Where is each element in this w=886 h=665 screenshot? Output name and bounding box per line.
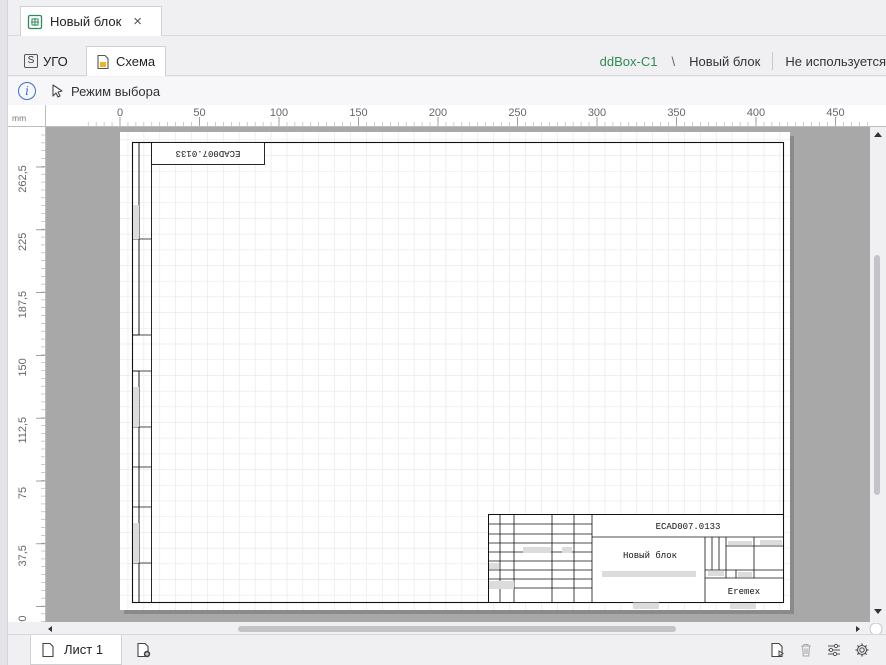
breadcrumb-project[interactable]: ddBox-C1 — [600, 54, 658, 69]
info-icon[interactable]: i — [18, 82, 36, 100]
title-block[interactable]: ECAD007.0133 Новый блок Eremex — [488, 514, 784, 603]
v-ruler-label: 150 — [17, 358, 29, 376]
symbol-icon: S — [24, 54, 38, 68]
sheet-bottom-mark-2 — [730, 603, 756, 609]
v-ruler-label: 262,5 — [17, 165, 29, 193]
sheet-tab-bar: Лист 1 — [8, 634, 886, 665]
document-code: ECAD007.0133 — [656, 522, 721, 532]
h-ruler-label: 350 — [667, 107, 685, 119]
mode-toolbar: i Режим выбора — [8, 77, 886, 105]
h-ruler-label: 300 — [588, 107, 606, 119]
h-ruler-label: 450 — [826, 107, 844, 119]
sheet-icon — [42, 642, 54, 657]
schema-document-icon — [97, 54, 109, 69]
document-tab[interactable]: Новый блок × — [20, 6, 162, 36]
application-window: Новый блок × S УГО Схема ddBox-C1 \ Новы… — [0, 0, 886, 665]
selection-mode-label[interactable]: Режим выбора — [71, 84, 160, 99]
sheet-tab-1[interactable]: Лист 1 — [30, 635, 122, 665]
v-ruler-label: 225 — [17, 233, 29, 251]
breadcrumb-divider — [772, 52, 774, 70]
sheet-settings-sliders-icon[interactable] — [826, 642, 842, 658]
h-ruler-label: 200 — [429, 107, 447, 119]
company-name: Eremex — [728, 587, 760, 597]
breadcrumb-block[interactable]: Новый блок — [689, 54, 760, 69]
v-ruler-label: 0 — [17, 616, 29, 622]
rotated-code-text: ECAD007.0133 — [176, 148, 241, 158]
delete-sheet-icon[interactable] — [798, 642, 814, 658]
tab-schema[interactable]: Схема — [86, 46, 166, 76]
vertical-scroll-thumb[interactable] — [874, 255, 880, 495]
breadcrumb-separator: \ — [671, 53, 676, 69]
horizontal-scrollbar[interactable] — [8, 622, 886, 636]
tab-schema-label: Схема — [116, 54, 156, 69]
h-ruler-label: 0 — [117, 107, 123, 119]
sheet-tab-label: Лист 1 — [64, 642, 104, 657]
breadcrumb: ddBox-C1 \ Новый блок Не используется — [600, 46, 886, 76]
h-ruler-label: 250 — [508, 107, 526, 119]
block-document-icon — [27, 14, 43, 29]
breadcrumb-status: Не используется — [785, 53, 886, 69]
scroll-right-arrow-icon[interactable] — [856, 626, 860, 632]
left-panel-edge[interactable] — [0, 0, 8, 665]
export-sheet-icon[interactable] — [770, 642, 786, 658]
v-ruler-label: 112,5 — [17, 417, 29, 444]
document-tab-title: Новый блок — [50, 14, 122, 29]
block-name: Новый блок — [623, 551, 677, 561]
horizontal-scroll-thumb[interactable] — [238, 626, 676, 632]
ruler-unit: mm — [12, 113, 26, 123]
scroll-left-arrow-icon[interactable] — [48, 626, 52, 632]
h-ruler-label: 100 — [270, 107, 288, 119]
tab-ugo[interactable]: S УГО — [18, 46, 74, 76]
canvas-svg[interactable]: mm 0 50 100 150 200 250 300 350 400 450 262,5 225 1… — [8, 105, 886, 623]
h-ruler-label: 50 — [193, 107, 205, 119]
gear-icon[interactable] — [854, 642, 870, 658]
tab-ugo-label: УГО — [43, 53, 68, 69]
v-ruler-label: 75 — [17, 487, 29, 499]
document-tab-bar: Новый блок × — [8, 0, 886, 36]
v-ruler-label: 37,5 — [17, 545, 29, 566]
schema-canvas[interactable]: mm 0 50 100 150 200 250 300 350 400 450 262,5 225 1… — [8, 105, 886, 623]
cursor-arrow-icon[interactable] — [50, 83, 66, 99]
view-tab-bar: S УГО Схема ddBox-C1 \ Новый блок Не исп… — [8, 36, 886, 76]
h-ruler-label: 400 — [747, 107, 765, 119]
sheet-bottom-mark-1 — [633, 603, 659, 609]
add-sheet-icon[interactable] — [136, 642, 152, 658]
v-ruler-label: 187,5 — [17, 291, 29, 319]
h-ruler-label: 150 — [349, 107, 367, 119]
close-tab-icon[interactable]: × — [133, 13, 142, 30]
